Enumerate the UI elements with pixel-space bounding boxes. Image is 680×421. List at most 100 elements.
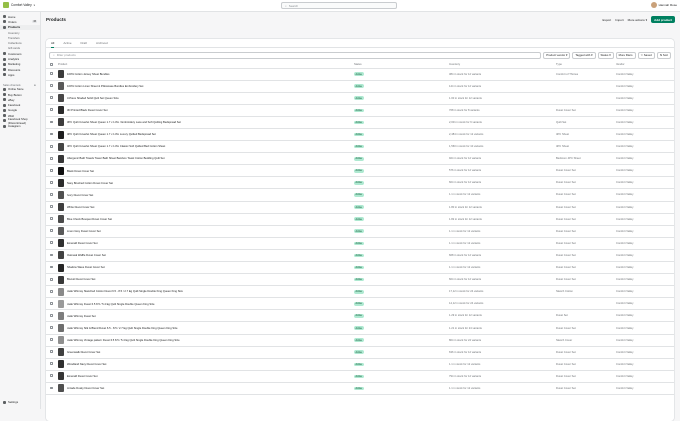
row-checkbox[interactable]	[50, 338, 53, 341]
product-name[interactable]: Biscuit Duvet Cover Set	[67, 278, 95, 281]
filter-input[interactable]: ⌕ Filter products	[49, 51, 542, 59]
row-checkbox[interactable]	[50, 350, 53, 354]
table-row[interactable]: Navy Brushed Cotton Duvet Cover Set Activ…	[46, 176, 674, 190]
row-checkbox[interactable]	[50, 241, 53, 245]
row-checkbox[interactable]	[50, 193, 53, 196]
table-row[interactable]: Oatmeal Waffle Duvet Cover Set Active 668 …	[46, 249, 674, 263]
row-checkbox[interactable]	[50, 120, 53, 124]
product-name[interactable]: Black Duvet Cover Set	[67, 170, 94, 173]
product-name[interactable]: 100% Cotton Linen Sheet & Pillowcase Bun…	[67, 85, 143, 88]
vendor-filter-button[interactable]: Product vendor ▾	[543, 51, 571, 59]
product-name[interactable]: Oatmeal Waffle Duvet Cover Set	[67, 254, 106, 257]
product-name[interactable]: Emerald Duvet Cover Set	[67, 242, 97, 245]
table-row[interactable]: Ivory Duvet Cover Set Active 1.1 in stock …	[46, 188, 674, 202]
row-checkbox[interactable]	[50, 180, 53, 184]
row-checkbox[interactable]	[50, 386, 53, 390]
product-name[interactable]: Navy Brushed Cotton Duvet Cover Set	[67, 182, 113, 185]
product-name[interactable]: Emerald Duvet Cover Set	[67, 375, 97, 378]
status-filter-button[interactable]: Status ▾	[597, 51, 614, 59]
product-name[interactable]: Linen Grey Duvet Cover Set	[67, 230, 101, 233]
row-checkbox[interactable]	[50, 301, 53, 305]
row-checkbox[interactable]	[50, 84, 53, 88]
product-name[interactable]: 100% Cotton Jersey Sheet Bundles	[67, 73, 109, 76]
table-row[interactable]: White Duvet Cover Set Active 1.80 in stock…	[46, 201, 674, 214]
row-checkbox[interactable]	[50, 362, 53, 366]
row-checkbox[interactable]	[50, 374, 53, 378]
row-checkbox[interactable]	[50, 265, 53, 269]
table-row[interactable]: 4PC Quilt Coverlet Sheet Queen 1.7 x 1.8…	[46, 128, 674, 142]
product-name[interactable]: White Duvet Cover Set	[67, 206, 94, 209]
table-row[interactable]: Black Duvet Cover Set Active 576 in stock …	[46, 164, 674, 178]
table-row[interactable]: Emerald Duvet Cover Set Active 794 in stoc…	[46, 370, 674, 383]
saved-button[interactable]: ☆ Saved	[637, 51, 655, 59]
more-actions-button[interactable]: More actions ▾	[628, 18, 648, 22]
row-checkbox[interactable]	[50, 132, 53, 136]
product-name[interactable]: Jade Whimsy Duvet Set	[67, 315, 96, 318]
table-row[interactable]: 100% Cotton Linen Sheet & Pillowcase Bun…	[46, 80, 674, 93]
product-name[interactable]: 4PC Quilt Coverlet Sheet Queen 1.7 x 1.8…	[67, 145, 165, 148]
table-row[interactable]: Blue Check Bouquet Duvet Cover Set Active…	[46, 213, 674, 226]
select-all-checkbox[interactable]	[50, 62, 53, 66]
row-checkbox[interactable]	[50, 205, 53, 208]
tab-draft[interactable]: Draft	[81, 39, 88, 48]
table-row[interactable]: 4PC Quilt Coverlet Sheet Queen 1.7 x 1.8…	[46, 140, 674, 154]
table-row[interactable]: Jade Whimsy Vintage pattern Duvet 6.5 8.…	[46, 334, 674, 347]
row-checkbox[interactable]	[50, 168, 53, 172]
row-checkbox[interactable]	[50, 144, 53, 148]
add-product-button[interactable]: Add product	[651, 16, 675, 23]
user-menu[interactable]: Hannah Rose	[650, 2, 677, 8]
table-row[interactable]: Jade Whimsy Silk & Blend Duvet 6.5 - 8.5…	[46, 321, 674, 335]
product-name[interactable]: 3-Piece Shaded Solid Quilt Set Queen Siz…	[67, 97, 119, 100]
sidebar-item-settings[interactable]: Settings	[0, 400, 40, 405]
tagged-filter-button[interactable]: Tagged with ▾	[572, 51, 596, 59]
product-name[interactable]: Jade Whimsy Sketched Cotton Duvet 6.5 - …	[67, 290, 183, 293]
import-button[interactable]: Import	[615, 18, 624, 22]
product-name[interactable]: Ivory Duvet Cover Set	[67, 194, 93, 197]
search-input[interactable]: ⌕ Search	[281, 2, 397, 9]
table-row[interactable]: Biscuit Duvet Cover Set Active 604 in stoc…	[46, 273, 674, 287]
product-name[interactable]: 4PC Quilt Coverlet Sheet Queen 1.7 x 1.8…	[67, 133, 156, 136]
row-checkbox[interactable]	[50, 217, 53, 221]
table-row[interactable]: 3PC Quilt Coverlet Sheet Queen 1.7 x 1.8…	[46, 116, 674, 129]
row-checkbox[interactable]	[50, 72, 53, 75]
product-name[interactable]: Greenwalk Duvet Cover Set	[67, 351, 100, 354]
product-name[interactable]: Jade Whimsy Duvet 6.5 8.5 / 5.4 Eg Quilt…	[67, 303, 155, 306]
table-row[interactable]: Jade Whimsy Duvet Set Active 1.29 in stock…	[46, 309, 674, 323]
table-row[interactable]: Allergenic Bath Towels Tower Bath Sheet …	[46, 152, 674, 166]
row-checkbox[interactable]	[50, 96, 53, 100]
table-row[interactable]: Greenwalk Duvet Cover Set Active 636 in st…	[46, 346, 674, 359]
row-checkbox[interactable]	[50, 277, 53, 281]
product-name[interactable]: Woodland Navy Duvet Cover Set	[67, 363, 106, 366]
row-checkbox[interactable]	[50, 108, 53, 112]
add-channel-icon[interactable]: ⊕	[34, 84, 36, 87]
table-row[interactable]: 3D Printed Black Duvet Cover Set Active 76…	[46, 104, 674, 117]
table-row[interactable]: 3-Piece Shaded Solid Quilt Set Queen Siz…	[46, 92, 674, 105]
more-filters-button[interactable]: More filters	[615, 51, 636, 59]
table-row[interactable]: Shadow Wave Duvet Cover Set Active 1.1 in …	[46, 261, 674, 275]
row-checkbox[interactable]	[50, 253, 53, 257]
sidebar-item-apps[interactable]: Apps	[0, 72, 40, 77]
row-checkbox[interactable]	[50, 326, 53, 329]
table-row[interactable]: Arcade Dusky Duvet Cover Set Active 1.1 in…	[46, 382, 674, 396]
product-name[interactable]: Allergenic Bath Towels Tower Bath Sheet …	[67, 157, 165, 160]
row-checkbox[interactable]	[50, 314, 53, 317]
export-button[interactable]: Export	[602, 18, 611, 22]
table-row[interactable]: Woodland Navy Duvet Cover Set Active 1.1 i…	[46, 358, 674, 371]
tab-active[interactable]: Active	[63, 39, 71, 48]
product-name[interactable]: Arcade Dusky Duvet Cover Set	[67, 387, 104, 390]
product-name[interactable]: 3D Printed Black Duvet Cover Set	[67, 109, 107, 112]
product-name[interactable]: Shadow Wave Duvet Cover Set	[67, 266, 105, 269]
product-name[interactable]: Jade Whimsy Silk & Blend Duvet 6.5 - 8.5…	[67, 327, 178, 330]
table-row[interactable]: Jade Whimsy Sketched Cotton Duvet 6.5 - …	[46, 285, 674, 299]
tab-archived[interactable]: Archived	[96, 39, 108, 48]
product-name[interactable]: Blue Check Bouquet Duvet Cover Set	[67, 218, 112, 221]
row-checkbox[interactable]	[50, 156, 53, 160]
row-checkbox[interactable]	[50, 289, 53, 293]
table-row[interactable]: 100% Cotton Jersey Sheet Bundles Active 38…	[46, 68, 674, 81]
store-switcher[interactable]: Comfort Valley ▾	[3, 2, 35, 8]
sort-button[interactable]: ⇅ Sort	[656, 51, 671, 59]
product-name[interactable]: 3PC Quilt Coverlet Sheet Queen 1.7 x 1.8…	[67, 121, 181, 124]
row-checkbox[interactable]	[50, 229, 53, 233]
table-row[interactable]: Linen Grey Duvet Cover Set Active 1.1 in s…	[46, 225, 674, 238]
product-name[interactable]: Jade Whimsy Vintage pattern Duvet 6.5 8.…	[67, 339, 180, 342]
